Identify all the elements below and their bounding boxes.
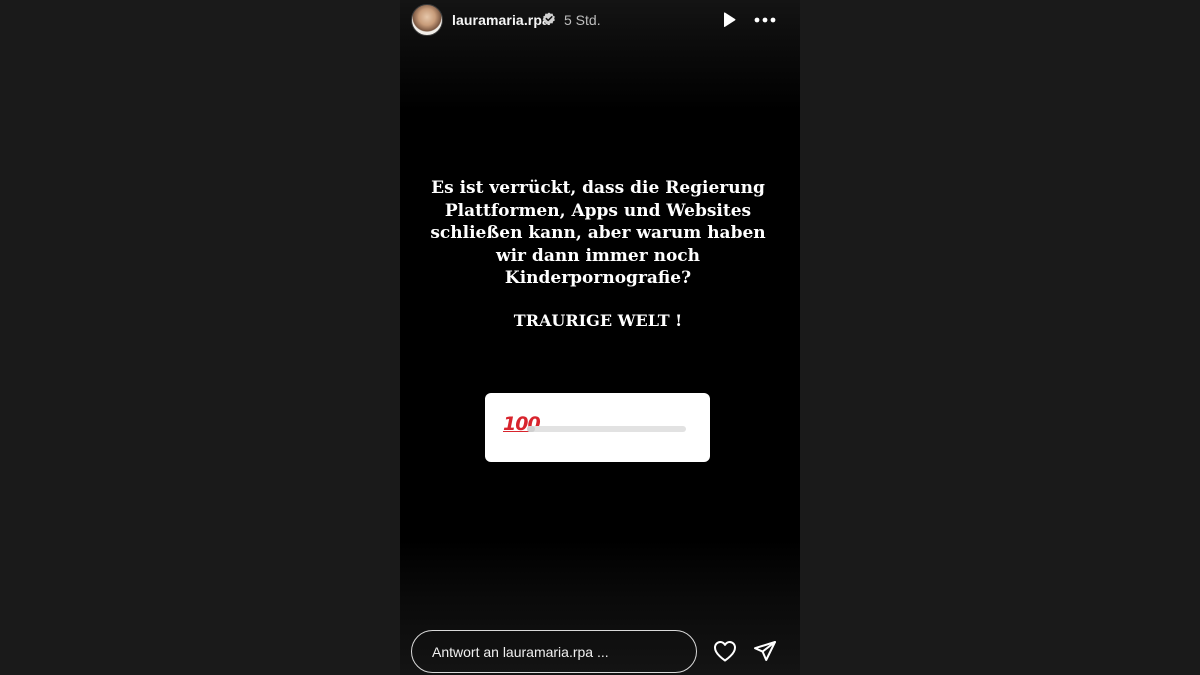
- slider-fill: [527, 426, 535, 432]
- story-text-line: Kinderpornografie?: [504, 268, 692, 288]
- story-text-line: schließen kann, aber warum haben: [430, 223, 766, 243]
- slider-track[interactable]: [527, 426, 686, 432]
- story-time-ago: 5 Std.: [564, 12, 601, 28]
- verified-badge-icon: [543, 12, 555, 25]
- story-text-line: Plattformen, Apps und Websites: [444, 200, 752, 221]
- emoji-slider-sticker[interactable]: 100: [485, 393, 710, 462]
- story-text-line: Es ist verrückt, dass die Regierung: [431, 178, 765, 198]
- story-header: lauramaria.rpa 5 Std.: [400, 0, 800, 40]
- story-subtext: TRAURIGE WELT !: [513, 311, 683, 330]
- story-username[interactable]: lauramaria.rpa: [452, 12, 550, 28]
- more-dots-icon[interactable]: [753, 11, 777, 29]
- story-text: Es ist verrückt, dass die Regierung Plat…: [424, 177, 772, 290]
- story-viewer[interactable]: lauramaria.rpa 5 Std. Es ist verrückt, d…: [400, 0, 800, 675]
- play-icon[interactable]: [721, 11, 737, 29]
- page: lauramaria.rpa 5 Std. Es ist verrückt, d…: [0, 0, 1200, 675]
- heart-outline-icon[interactable]: [713, 640, 737, 662]
- avatar[interactable]: [411, 4, 443, 36]
- story-text-line: wir dann immer noch: [495, 245, 701, 266]
- reply-input[interactable]: [411, 630, 697, 673]
- paper-plane-icon[interactable]: [753, 640, 777, 662]
